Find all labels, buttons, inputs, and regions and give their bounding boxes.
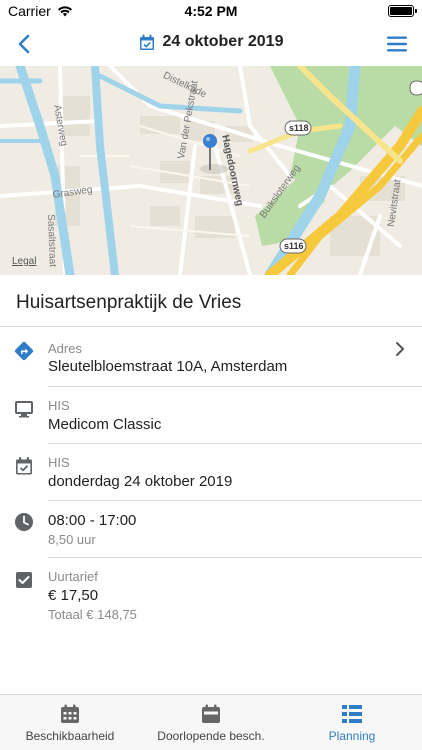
navigation-bar: 24 oktober 2019 [0, 22, 422, 66]
battery-icon [388, 5, 417, 17]
hamburger-menu-icon [387, 36, 407, 52]
map-street-label: Sasaltstraat [45, 214, 58, 268]
calendar-check-icon [139, 34, 154, 50]
monitor-icon [15, 401, 33, 418]
status-time: 4:52 PM [184, 3, 238, 19]
tab-beschikbaarheid[interactable]: Beschikbaarheid [0, 695, 140, 750]
road-shield-label: s116 [284, 241, 304, 251]
rate-label: Uurtarief [48, 569, 98, 584]
road-shield-label: s118 [289, 123, 309, 133]
calendar-grid-icon [61, 704, 79, 723]
tab-bar: Beschikbaarheid Doorlopende besch. Plann… [0, 694, 422, 750]
map-canvas [0, 66, 422, 275]
date-value: donderdag 24 oktober 2019 [48, 473, 233, 490]
map-legal-link[interactable]: Legal [12, 256, 36, 267]
page-title: 24 oktober 2019 [162, 33, 284, 50]
rate-value: € 17,50 [48, 587, 99, 604]
date-row: HIS donderdag 24 oktober 2019 [0, 444, 422, 501]
time-row: 08:00 - 17:00 8,50 uur [0, 501, 422, 558]
nav-title: 24 oktober 2019 [0, 33, 422, 51]
menu-button[interactable] [384, 31, 410, 57]
directions-icon [14, 341, 34, 361]
clock-icon [15, 513, 33, 531]
address-label: Adres [48, 341, 82, 356]
time-range: 08:00 - 17:00 [48, 512, 137, 529]
map-view[interactable]: Distelkade Asterweg Grasweg Sasaltstraat… [0, 66, 422, 275]
calendar-icon [202, 704, 220, 723]
list-grid-icon [342, 705, 362, 723]
tab-label: Planning [328, 729, 376, 743]
tab-doorlopende-beschikbaarheid[interactable]: Doorlopende besch. [141, 695, 281, 750]
his-system-row: HIS Medicom Classic [0, 387, 422, 444]
his-label: HIS [48, 398, 70, 413]
tab-label: Doorlopende besch. [157, 729, 265, 743]
status-bar: Carrier 4:52 PM [0, 0, 422, 22]
hours-total: 8,50 uur [48, 532, 96, 547]
rate-row: Uurtarief € 17,50 Totaal € 148,75 [0, 558, 422, 628]
rate-total: Totaal € 148,75 [48, 607, 137, 622]
his-value: Medicom Classic [48, 416, 162, 433]
address-row[interactable]: Adres Sleutelbloemstraat 10A, Amsterdam [0, 327, 422, 387]
location-name: Huisartsenpraktijk de Vries [16, 292, 242, 313]
date-label: HIS [48, 455, 70, 470]
tab-planning[interactable]: Planning [282, 695, 422, 750]
chevron-right-icon [396, 342, 404, 356]
address-value: Sleutelbloemstraat 10A, Amsterdam [48, 358, 288, 375]
tab-label: Beschikbaarheid [25, 729, 115, 743]
checkbox-icon [16, 572, 32, 588]
calendar-icon [16, 457, 32, 475]
